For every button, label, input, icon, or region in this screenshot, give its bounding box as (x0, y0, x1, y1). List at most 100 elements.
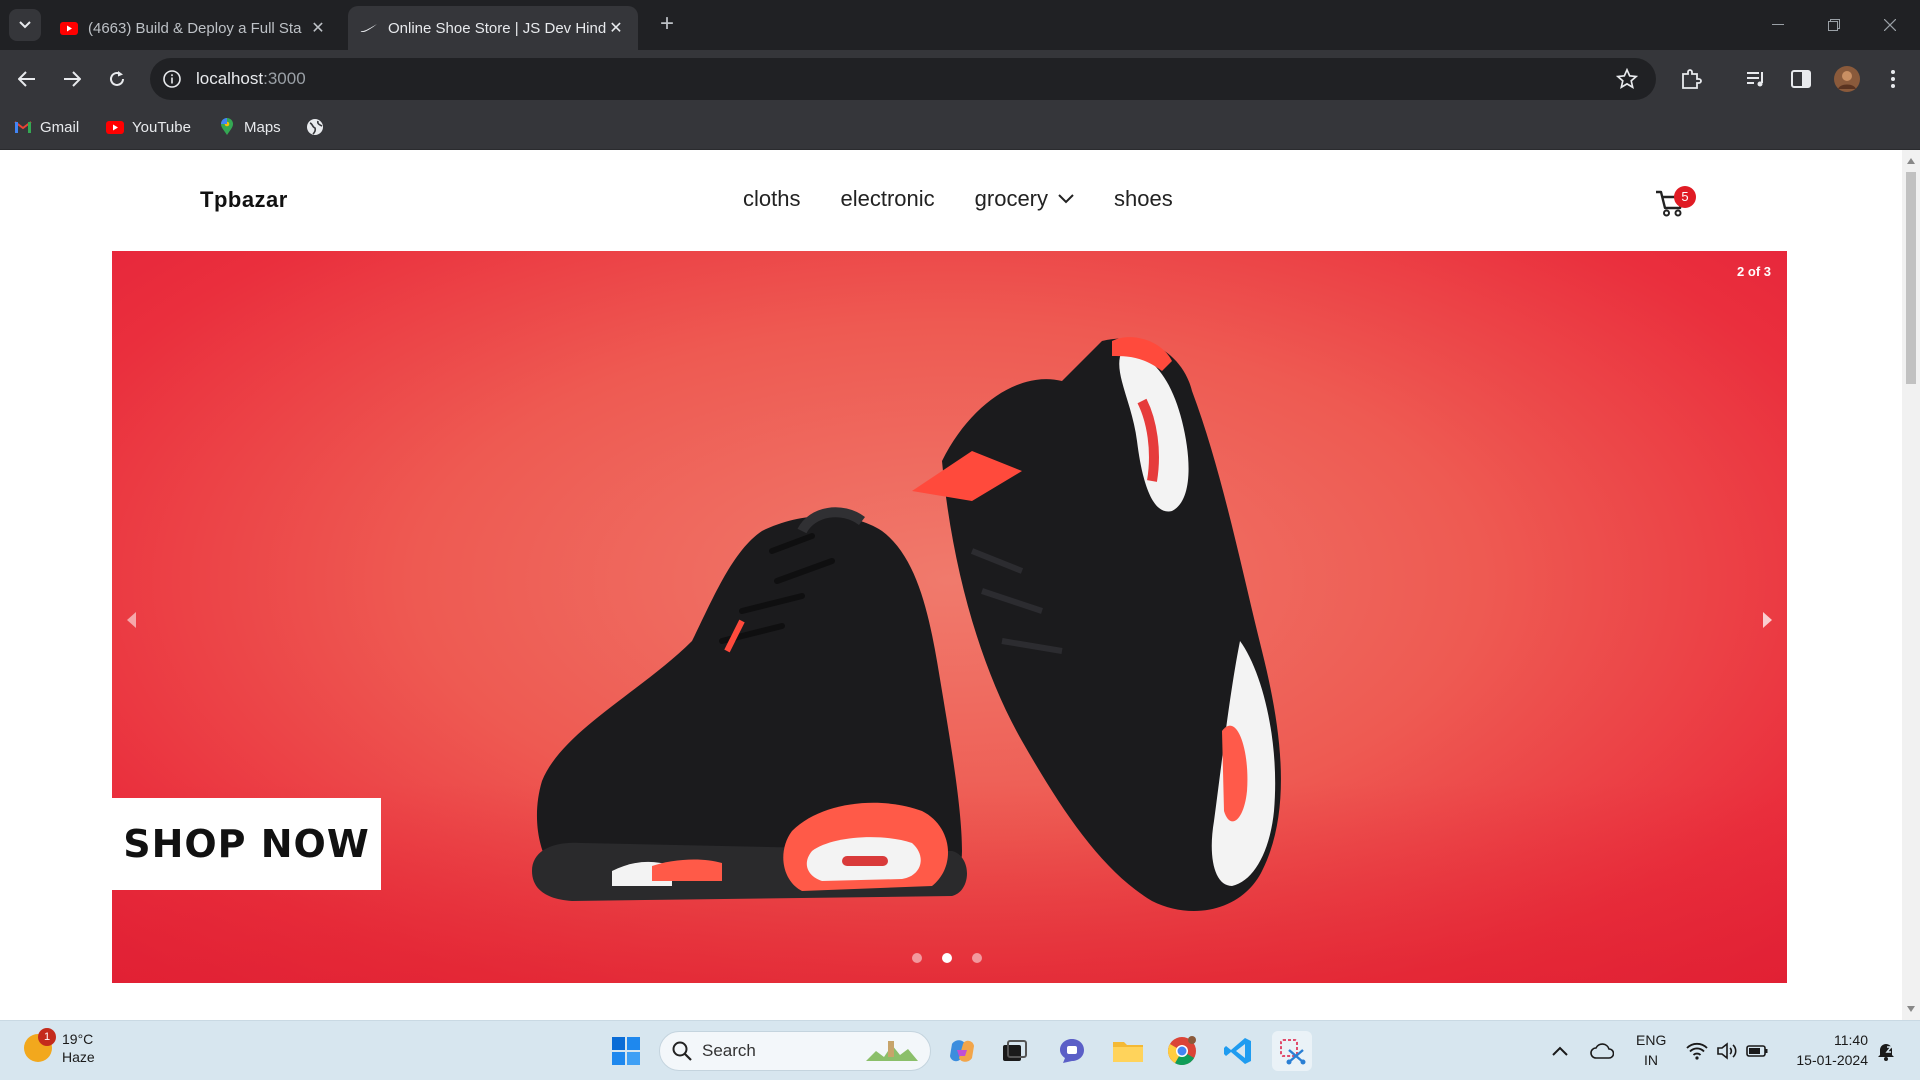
site-logo[interactable]: Tpbazar (200, 187, 288, 213)
weather-widget[interactable]: 1 19°C Haze (24, 1028, 95, 1066)
nav-item-label: grocery (974, 186, 1048, 211)
reload-button[interactable] (102, 64, 132, 94)
chrome-app[interactable] (1162, 1031, 1202, 1071)
browser-tab-strip: (4663) Build & Deploy a Full Sta ✕ Onlin… (0, 0, 1920, 50)
close-tab-icon[interactable]: ✕ (606, 18, 626, 38)
taskbar-search[interactable]: Search (659, 1031, 931, 1071)
nike-swoosh-icon (360, 19, 378, 37)
chevron-down-icon (19, 21, 31, 29)
back-button[interactable] (12, 64, 42, 94)
url-host: localhost (196, 69, 264, 88)
copilot-icon (950, 1040, 974, 1062)
close-tab-icon[interactable]: ✕ (308, 18, 328, 38)
windows-taskbar: 1 19°C Haze Search ENG IN 11:40 15-01-20… (0, 1020, 1920, 1080)
chrome-icon (1168, 1036, 1196, 1065)
scroll-up-arrow-icon[interactable] (1907, 158, 1915, 164)
youtube-icon (60, 19, 78, 37)
notifications-button[interactable] (1876, 1021, 1896, 1081)
url-text[interactable]: localhost:3000 (196, 69, 306, 89)
carousel-next-arrow-icon[interactable] (1761, 610, 1775, 630)
cart-count-badge: 5 (1674, 186, 1696, 208)
hero-carousel[interactable]: 2 of 3 SHOP NOW (112, 251, 1787, 983)
tab-title: (4663) Build & Deploy a Full Sta (88, 19, 302, 37)
teams-app[interactable] (1052, 1031, 1092, 1071)
wifi-button[interactable] (1686, 1021, 1708, 1081)
tab-shoe-store[interactable]: Online Shoe Store | JS Dev Hind ✕ (348, 6, 638, 50)
nav-item-cloths[interactable]: cloths (743, 186, 800, 212)
bookmarks-bar: Gmail YouTube Maps (0, 108, 1920, 150)
right-sneaker (912, 337, 1281, 911)
reload-icon (110, 71, 124, 86)
bookmark-label: Maps (244, 118, 281, 136)
carousel-dot-2[interactable] (942, 953, 952, 963)
tab-search-button[interactable] (9, 9, 41, 41)
carousel-dot-3[interactable] (972, 953, 982, 963)
address-bar[interactable]: localhost:3000 (150, 58, 1656, 100)
search-label: Search (702, 1041, 756, 1060)
lang-bottom: IN (1644, 1052, 1658, 1068)
weather-badge: 1 (38, 1028, 56, 1046)
scroll-thumb[interactable] (1906, 172, 1916, 384)
forward-button[interactable] (57, 64, 87, 94)
chat-icon (1060, 1039, 1084, 1063)
main-nav: cloths electronic grocery shoes (743, 186, 1173, 212)
minimize-icon (1772, 24, 1784, 25)
task-view-icon (1003, 1040, 1027, 1061)
restore-icon (1828, 19, 1840, 31)
extensions-button[interactable] (1676, 64, 1706, 94)
folder-icon (1113, 1042, 1143, 1062)
start-button[interactable] (606, 1031, 646, 1071)
onedrive-button[interactable] (1590, 1021, 1614, 1081)
task-view-app[interactable] (994, 1031, 1034, 1071)
profile-avatar[interactable] (1832, 64, 1862, 94)
vscode-app[interactable] (1218, 1031, 1258, 1071)
shop-now-button[interactable]: SHOP NOW (112, 798, 381, 890)
media-control-button[interactable] (1742, 64, 1772, 94)
kebab-menu-icon (1891, 70, 1895, 88)
battery-button[interactable] (1746, 1021, 1768, 1081)
minimize-button[interactable] (1750, 0, 1806, 50)
playlist-icon (1747, 72, 1763, 87)
battery-icon (1746, 1045, 1768, 1057)
restore-button[interactable] (1806, 0, 1862, 50)
windows-logo-icon (612, 1037, 640, 1065)
left-sneaker (532, 507, 967, 901)
file-explorer-app[interactable] (1108, 1031, 1148, 1071)
clock-time: 11:40 (1834, 1032, 1868, 1048)
new-tab-button[interactable]: + (652, 10, 682, 40)
page-scrollbar[interactable] (1902, 150, 1920, 1020)
system-clock[interactable]: 11:40 15-01-2024 (1780, 1030, 1868, 1070)
nav-item-electronic[interactable]: electronic (840, 186, 934, 212)
bookmark-youtube[interactable]: YouTube (106, 118, 191, 136)
nav-item-grocery[interactable]: grocery (975, 186, 1074, 212)
close-window-button[interactable] (1862, 0, 1918, 50)
snipping-tool-app[interactable] (1272, 1031, 1312, 1071)
nav-item-shoes[interactable]: shoes (1114, 186, 1173, 212)
bell-snooze-icon (1878, 1044, 1894, 1061)
copilot-app[interactable] (942, 1031, 982, 1071)
bookmark-maps[interactable]: Maps (218, 118, 281, 136)
wifi-icon (1686, 1042, 1708, 1060)
carousel-dot-1[interactable] (912, 953, 922, 963)
volume-button[interactable] (1716, 1021, 1738, 1081)
carousel-prev-arrow-icon[interactable] (124, 610, 138, 630)
slide-counter: 2 of 3 (1737, 264, 1771, 279)
bookmark-globe[interactable] (306, 118, 332, 136)
clock-date: 15-01-2024 (1796, 1052, 1868, 1068)
info-icon[interactable] (162, 69, 182, 89)
snipping-tool-icon (1280, 1039, 1306, 1065)
globe-icon (306, 118, 324, 136)
scroll-down-arrow-icon[interactable] (1907, 1006, 1915, 1012)
input-language[interactable]: ENG IN (1636, 1030, 1666, 1070)
menu-button[interactable] (1878, 64, 1908, 94)
puzzle-icon (1682, 69, 1702, 89)
tab-youtube[interactable]: (4663) Build & Deploy a Full Sta ✕ (48, 6, 340, 50)
side-panel-button[interactable] (1786, 64, 1816, 94)
bookmark-star-icon[interactable] (1616, 68, 1638, 90)
bookmark-label: YouTube (132, 118, 191, 136)
bookmark-gmail[interactable]: Gmail (14, 118, 79, 136)
search-icon (672, 1041, 692, 1061)
tray-overflow-button[interactable] (1552, 1021, 1568, 1081)
carousel-dots (912, 953, 982, 963)
arrow-right-icon (64, 71, 81, 87)
